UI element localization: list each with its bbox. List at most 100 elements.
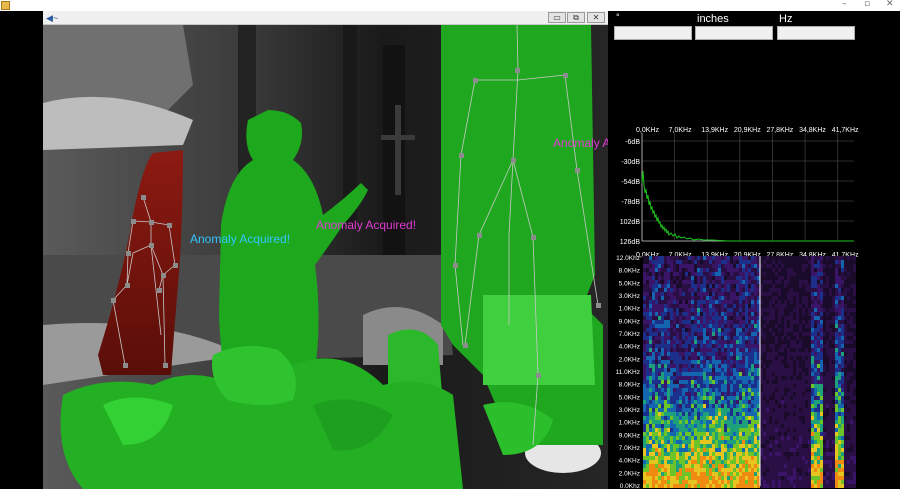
spectrogram-cell xyxy=(775,416,778,420)
spectrogram-cell xyxy=(817,284,820,288)
spectrogram-cell xyxy=(670,480,673,484)
spectrogram-cell xyxy=(847,288,850,292)
spectrogram-cell xyxy=(643,324,646,328)
spectrogram-cell xyxy=(700,468,703,472)
spectrogram-cell xyxy=(739,484,742,488)
spectrogram-cell xyxy=(847,388,850,392)
spectrogram-cell xyxy=(763,428,766,432)
spectrogram-cell xyxy=(658,264,661,268)
spectrogram-cell xyxy=(718,444,721,448)
spectrogram-cell xyxy=(685,272,688,276)
spectrogram-cell xyxy=(805,352,808,356)
spectrogram-cell xyxy=(748,264,751,268)
spectrogram-cell xyxy=(832,392,835,396)
inner-minimize-button[interactable]: ▭ xyxy=(548,12,566,23)
spectrogram-cell xyxy=(808,316,811,320)
spectrogram-cell xyxy=(697,424,700,428)
spectrogram-cell xyxy=(661,296,664,300)
spectrogram-cell xyxy=(817,380,820,384)
spectrogram-cell xyxy=(733,356,736,360)
spectrogram-cell xyxy=(715,276,718,280)
spectrogram-cell xyxy=(697,340,700,344)
spectrogram-cell xyxy=(721,256,724,260)
spectrogram-cell xyxy=(682,388,685,392)
spectrogram-cell xyxy=(763,456,766,460)
spectrogram-cell xyxy=(754,256,757,260)
spectrogram-cell xyxy=(655,260,658,264)
spectrogram-cell xyxy=(721,468,724,472)
spectrogram-cell xyxy=(829,344,832,348)
spectrogram-cell xyxy=(727,296,730,300)
spectrogram-cell xyxy=(697,448,700,452)
spectrogram-cell xyxy=(691,368,694,372)
frequency-readout[interactable] xyxy=(777,26,855,40)
spectrogram-cell xyxy=(646,328,649,332)
spectrogram-cell xyxy=(676,292,679,296)
spectrogram-cell xyxy=(841,412,844,416)
spectrogram-cell xyxy=(706,352,709,356)
spectrogram-cell xyxy=(682,288,685,292)
spectrogram-cell xyxy=(802,284,805,288)
spectrogram-cell xyxy=(733,280,736,284)
inner-close-button[interactable]: ✕ xyxy=(587,12,605,23)
inner-maximize-button[interactable]: ⧉ xyxy=(567,12,585,23)
spectrogram-cell xyxy=(784,280,787,284)
spectrogram-cell xyxy=(655,284,658,288)
spectrogram-cell xyxy=(742,336,745,340)
spectrogram-cell xyxy=(772,336,775,340)
spectrogram-cell xyxy=(730,432,733,436)
close-button[interactable]: ✕ xyxy=(886,0,894,9)
distance-readout[interactable] xyxy=(695,26,773,40)
spectrogram-cell xyxy=(709,340,712,344)
spectrogram-cell xyxy=(718,400,721,404)
spectrogram-cell xyxy=(709,416,712,420)
spectrogram-cell xyxy=(763,352,766,356)
spectrogram-cell xyxy=(745,280,748,284)
spectrogram-cell xyxy=(664,428,667,432)
spectrogram-cell xyxy=(829,416,832,420)
spectrogram-cell xyxy=(748,344,751,348)
spectrogram-cell xyxy=(796,464,799,468)
minimize-button[interactable]: – xyxy=(842,0,847,9)
spectrogram-cell xyxy=(850,396,853,400)
spectrogram-cell xyxy=(715,460,718,464)
spectrogram-cell xyxy=(802,412,805,416)
maximize-button[interactable]: ▫ xyxy=(864,0,870,9)
spectrogram-cell xyxy=(763,388,766,392)
spectrogram-cell xyxy=(754,284,757,288)
spectrogram-cell xyxy=(703,272,706,276)
spectrogram-cell xyxy=(826,368,829,372)
spectrogram-cell xyxy=(841,392,844,396)
spectrogram-cell xyxy=(811,436,814,440)
spectrogram-cell xyxy=(724,320,727,324)
spectrogram-cell xyxy=(796,476,799,480)
spectrogram-cell xyxy=(682,312,685,316)
spectrogram-cell xyxy=(847,420,850,424)
angle-readout[interactable] xyxy=(614,26,692,40)
spectrogram-cell xyxy=(667,336,670,340)
spectrogram-cell xyxy=(718,436,721,440)
spectrogram-cell xyxy=(751,448,754,452)
spectrogram-cell xyxy=(784,336,787,340)
spectrogram-cell xyxy=(730,408,733,412)
spectrogram-cell xyxy=(784,276,787,280)
spectrogram-cell xyxy=(724,432,727,436)
spectrogram-cell xyxy=(814,348,817,352)
spectrogram-cell xyxy=(772,476,775,480)
spectrogram-cell xyxy=(751,484,754,488)
spectrogram-cell xyxy=(649,480,652,484)
spectrogram-cell xyxy=(715,308,718,312)
spectrogram-cell xyxy=(844,464,847,468)
spectrogram-cell xyxy=(805,420,808,424)
spectrogram-cell xyxy=(661,364,664,368)
spectrogram-cell xyxy=(679,260,682,264)
spectrogram-cell xyxy=(685,448,688,452)
spectrogram-cell xyxy=(766,272,769,276)
spectrogram-cell xyxy=(709,424,712,428)
spectrogram-cell xyxy=(805,436,808,440)
spectrogram-cell xyxy=(655,300,658,304)
spectrogram-cell xyxy=(685,284,688,288)
spectrogram-cell xyxy=(649,272,652,276)
spectrogram-cell xyxy=(751,472,754,476)
spectrogram-cell xyxy=(673,336,676,340)
